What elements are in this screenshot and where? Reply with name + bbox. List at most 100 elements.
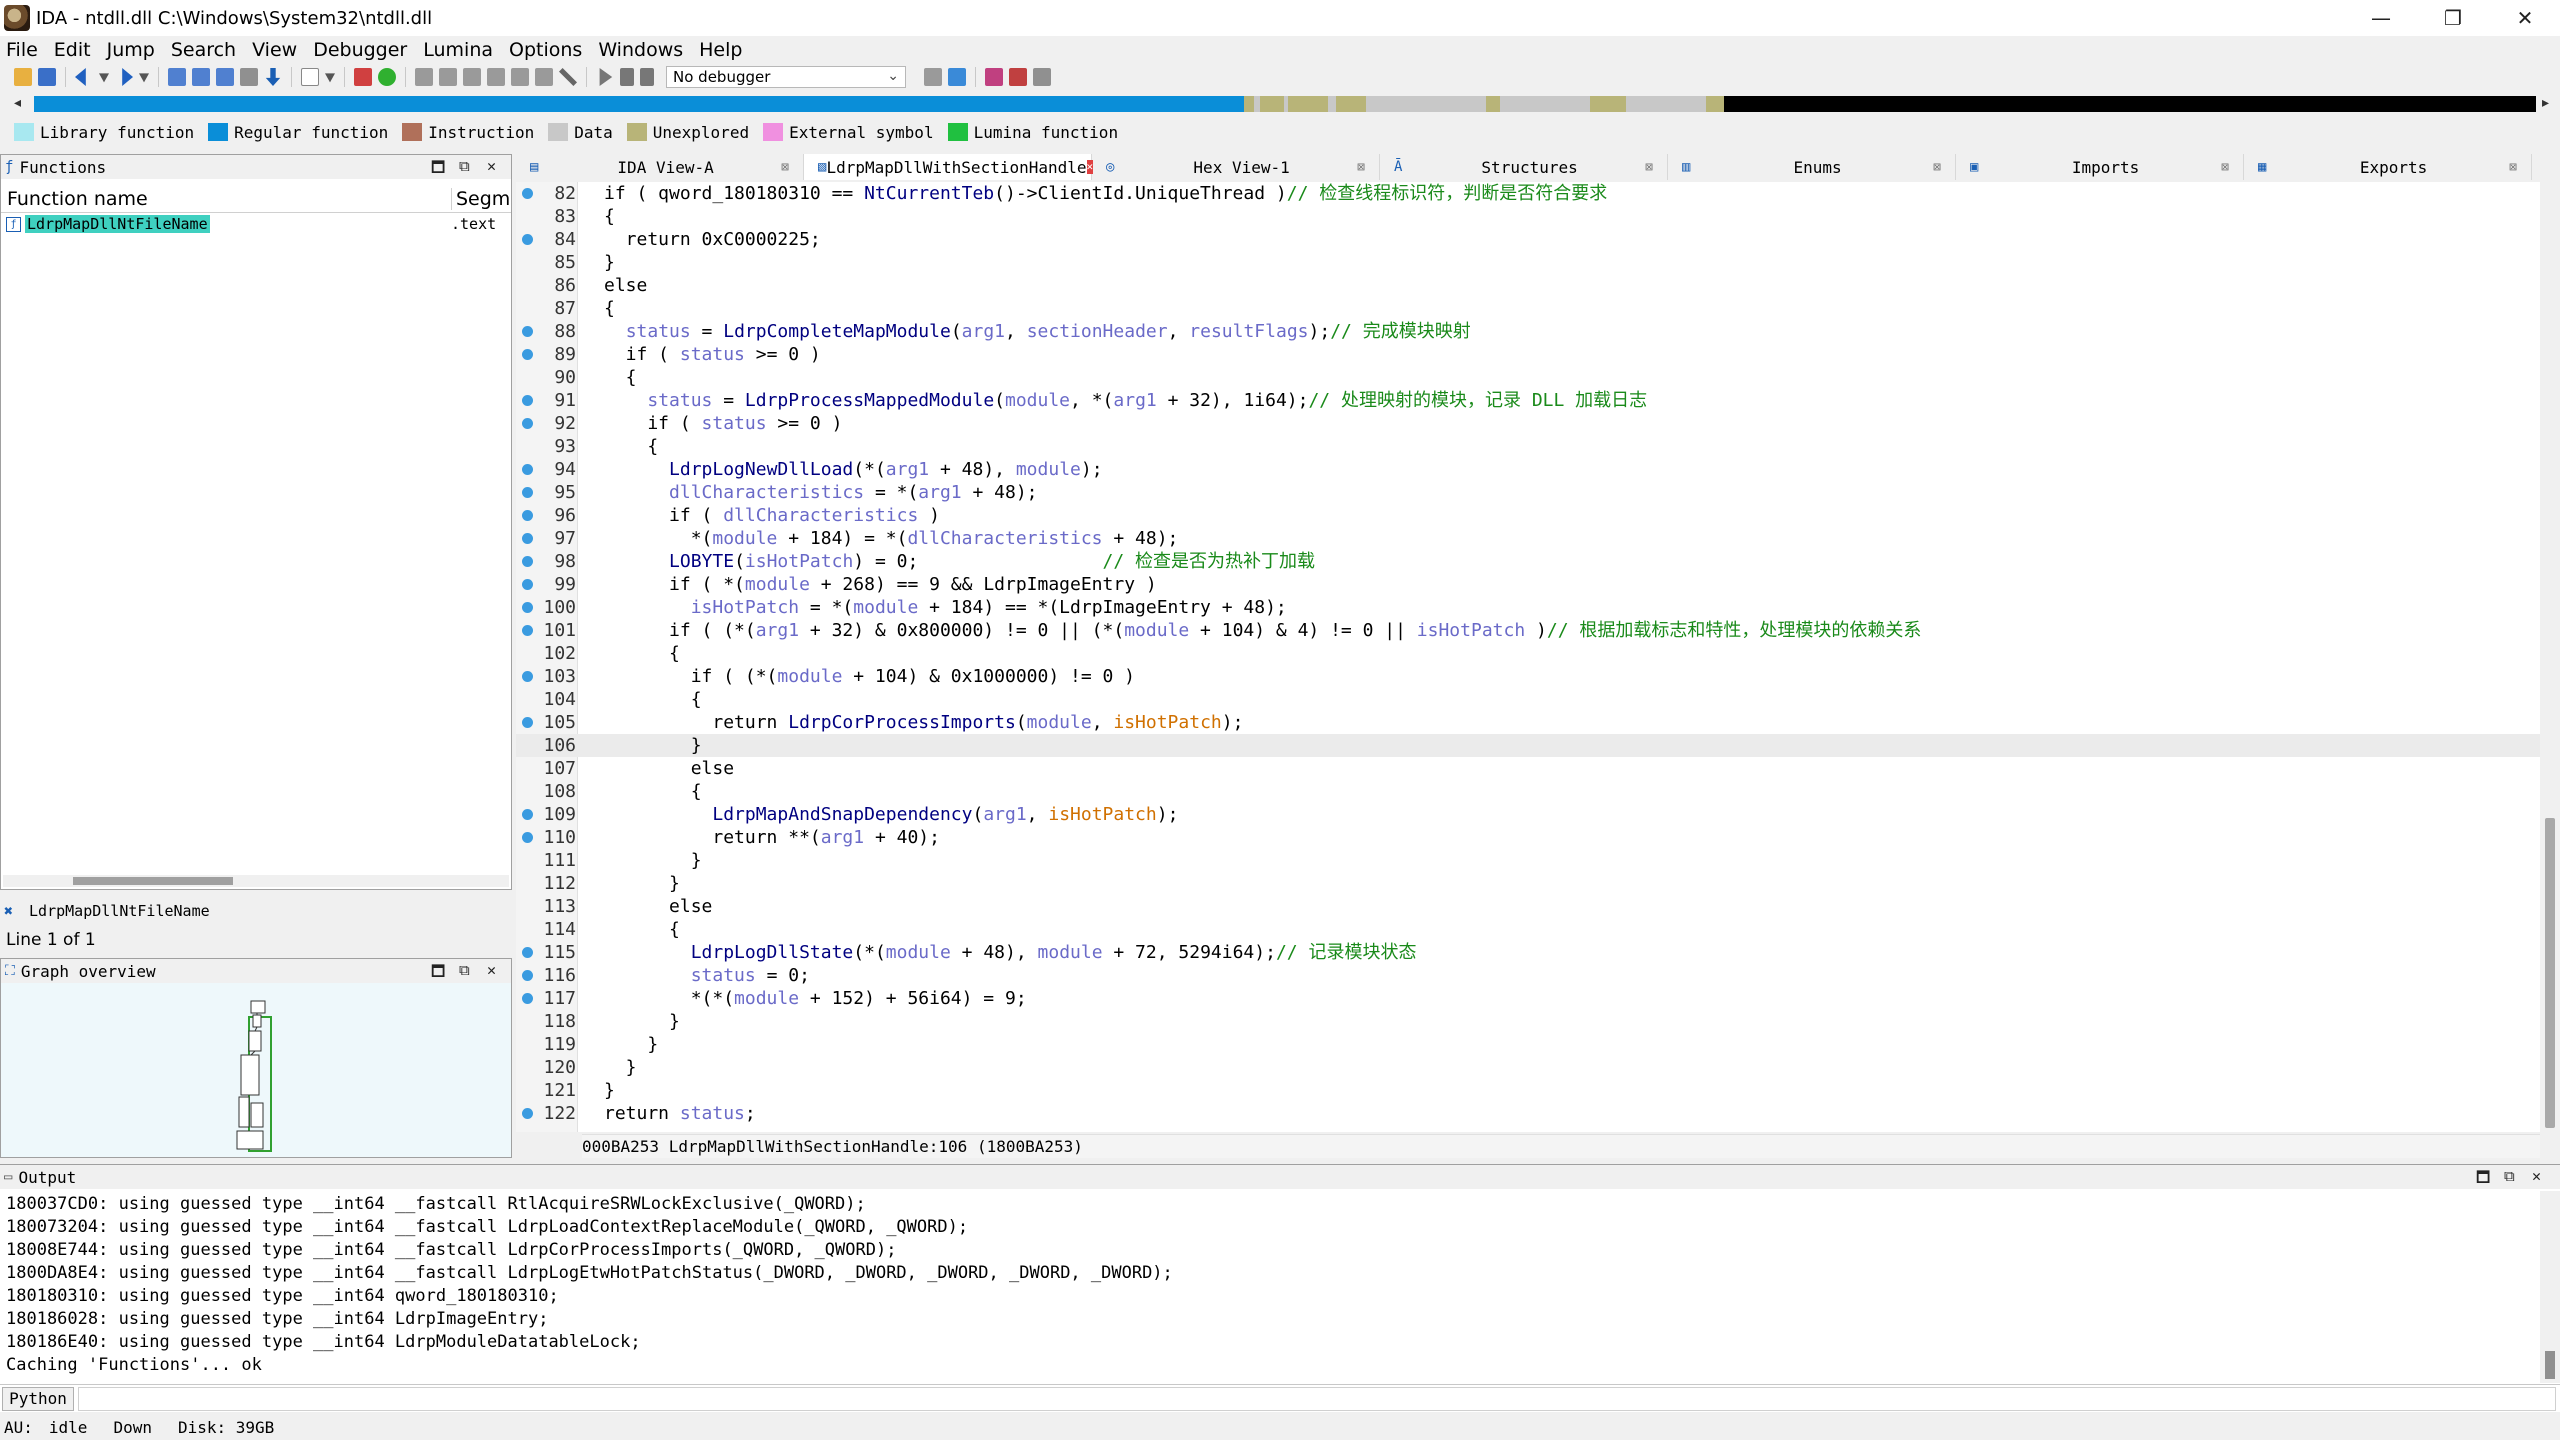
nav-segment[interactable] (34, 96, 1244, 112)
code-text[interactable]: { (604, 297, 615, 320)
code-line[interactable]: 98 LOBYTE(isHotPatch) = 0; // 检查是否为热补丁加载 (516, 550, 2540, 573)
code-line[interactable]: 90 { (516, 366, 2540, 389)
nav-segment[interactable] (1366, 96, 1486, 112)
nav-segment[interactable] (1288, 96, 1328, 112)
tab-ida-view-a[interactable]: ▤ IDA View-A ⊠ (516, 154, 804, 180)
minimize-button[interactable]: — (2348, 0, 2414, 36)
code-vertical-scrollbar[interactable] (2540, 182, 2560, 1132)
nav-segment[interactable] (1260, 96, 1284, 112)
code-line[interactable]: 117 *(*(module + 152) + 56i64) = 9; (516, 987, 2540, 1010)
code-line[interactable]: 120 } (516, 1056, 2540, 1079)
code-line[interactable]: 87 { (516, 297, 2540, 320)
code-line[interactable]: 109 LdrpMapAndSnapDependency(arg1, isHot… (516, 803, 2540, 826)
breakpoint-dot-icon[interactable] (522, 188, 533, 199)
code-line[interactable]: 93 { (516, 435, 2540, 458)
code-line[interactable]: 86 else (516, 274, 2540, 297)
close-panel-icon[interactable]: ✕ (2532, 1167, 2541, 1185)
code-text[interactable]: dllCharacteristics = *(arg1 + 48); (604, 481, 1037, 504)
breakpoint-dot-icon[interactable] (522, 947, 533, 958)
forward-dropdown-icon[interactable] (139, 73, 149, 83)
code-text[interactable]: if ( status >= 0 ) (604, 343, 821, 366)
code-line[interactable]: 99 if ( *(module + 268) == 9 && LdrpImag… (516, 573, 2540, 596)
scrollbar-thumb[interactable] (2545, 818, 2555, 1128)
code-text[interactable]: status = LdrpCompleteMapModule(arg1, sec… (604, 320, 1471, 343)
nav-segment[interactable] (1500, 96, 1590, 112)
restore-panel-icon[interactable]: 🗖 (431, 961, 445, 986)
refresh-icon[interactable] (948, 68, 966, 86)
nav-segment[interactable] (1486, 96, 1500, 112)
code-text[interactable]: status = 0; (604, 964, 810, 987)
menu-edit[interactable]: Edit (54, 39, 91, 61)
code-text[interactable]: } (604, 251, 615, 274)
pause-icon[interactable] (620, 68, 634, 86)
nav-segment[interactable] (1724, 96, 2536, 112)
restore-panel-icon[interactable]: 🗖 (2476, 1167, 2490, 1192)
code-line[interactable]: 122 return status; (516, 1102, 2540, 1125)
functions-horizontal-scrollbar[interactable] (3, 875, 509, 887)
nav-right-arrow-icon[interactable]: ▸ (2542, 95, 2549, 111)
breakpoint-dot-icon[interactable] (522, 556, 533, 567)
code-text[interactable]: if ( (*(module + 104) & 0x1000000) != 0 … (604, 665, 1135, 688)
data-type-dropdown-icon[interactable] (325, 73, 335, 83)
code-text[interactable]: return status; (604, 1102, 756, 1125)
open-folder-icon[interactable] (14, 68, 32, 86)
stop-icon[interactable] (640, 68, 654, 86)
python-language-button[interactable]: Python (2, 1387, 74, 1411)
menu-lumina[interactable]: Lumina (423, 39, 493, 61)
close-tab-icon[interactable]: ⊠ (1645, 160, 1653, 175)
code-text[interactable]: status = LdrpProcessMappedModule(module,… (604, 389, 1647, 412)
code-line[interactable]: 89 if ( status >= 0 ) (516, 343, 2540, 366)
menu-windows[interactable]: Windows (598, 39, 683, 61)
code-line[interactable]: 104 { (516, 688, 2540, 711)
menu-debugger[interactable]: Debugger (313, 39, 407, 61)
breakpoint-dot-icon[interactable] (522, 970, 533, 981)
search-next-icon[interactable] (240, 68, 258, 86)
graph-tool-icon[interactable] (415, 68, 433, 86)
play-icon[interactable] (599, 68, 613, 86)
menu-options[interactable]: Options (509, 39, 582, 61)
code-line[interactable]: 85} (516, 251, 2540, 274)
code-text[interactable]: LdrpLogDllState(*(module + 48), module +… (604, 941, 1417, 964)
nav-segment[interactable] (1590, 96, 1626, 112)
code-line[interactable]: 97 *(module + 184) = *(dllCharacteristic… (516, 527, 2540, 550)
breakpoint-dot-icon[interactable] (522, 602, 533, 613)
code-text[interactable]: { (604, 205, 615, 228)
breakpoint-dot-icon[interactable] (522, 349, 533, 360)
code-text[interactable]: return **(arg1 + 40); (604, 826, 940, 849)
code-line[interactable]: 106 } (516, 734, 2540, 757)
float-panel-icon[interactable]: ⧉ (459, 961, 470, 979)
tab-imports[interactable]: ▣ Imports ⊠ (1956, 154, 2244, 180)
menu-help[interactable]: Help (699, 39, 742, 61)
search-text-icon[interactable] (168, 68, 186, 86)
breakpoint-dot-icon[interactable] (522, 533, 533, 544)
code-line[interactable]: 103 if ( (*(module + 104) & 0x1000000) !… (516, 665, 2540, 688)
code-line[interactable]: 105 return LdrpCorProcessImports(module,… (516, 711, 2540, 734)
pseudocode-view[interactable]: 82 if ( qword_180180310 == NtCurrentTeb()… (516, 182, 2540, 1132)
function-row-name[interactable]: LdrpMapDllNtFileName (25, 215, 210, 233)
close-window-button[interactable]: ✕ (2492, 0, 2558, 36)
close-panel-icon[interactable]: ✕ (487, 961, 496, 979)
trace-icon[interactable] (1033, 68, 1051, 86)
float-panel-icon[interactable]: ⧉ (2504, 1167, 2515, 1185)
add-breakpoint-icon[interactable] (1009, 68, 1027, 86)
functions-filter-bar[interactable]: ✖ LdrpMapDllNtFileName (0, 898, 512, 924)
code-line[interactable]: 115 LdrpLogDllState(*(module + 48), modu… (516, 941, 2540, 964)
maximize-button[interactable]: ❐ (2420, 0, 2486, 36)
search-binary-icon[interactable] (192, 68, 210, 86)
breakpoint-dot-icon[interactable] (522, 832, 533, 843)
code-text[interactable]: return 0xC0000225; (604, 228, 821, 251)
forward-arrow-icon[interactable] (122, 68, 133, 86)
code-line[interactable]: 108 { (516, 780, 2540, 803)
breakpoint-dot-icon[interactable] (522, 717, 533, 728)
code-text[interactable]: { (604, 780, 702, 803)
clear-filter-icon[interactable]: ✖ (4, 902, 13, 920)
python-command-input[interactable] (78, 1387, 2556, 1411)
breakpoint-dot-icon[interactable] (522, 510, 533, 521)
search-immediate-icon[interactable] (216, 68, 234, 86)
code-text[interactable]: isHotPatch = *(module + 184) == *(LdrpIm… (604, 596, 1287, 619)
close-tab-icon[interactable]: ⊠ (1357, 160, 1365, 175)
menu-search[interactable]: Search (171, 39, 236, 61)
code-line[interactable]: 95 dllCharacteristics = *(arg1 + 48); (516, 481, 2540, 504)
nav-segment[interactable] (1336, 96, 1366, 112)
nav-segment[interactable] (1626, 96, 1706, 112)
